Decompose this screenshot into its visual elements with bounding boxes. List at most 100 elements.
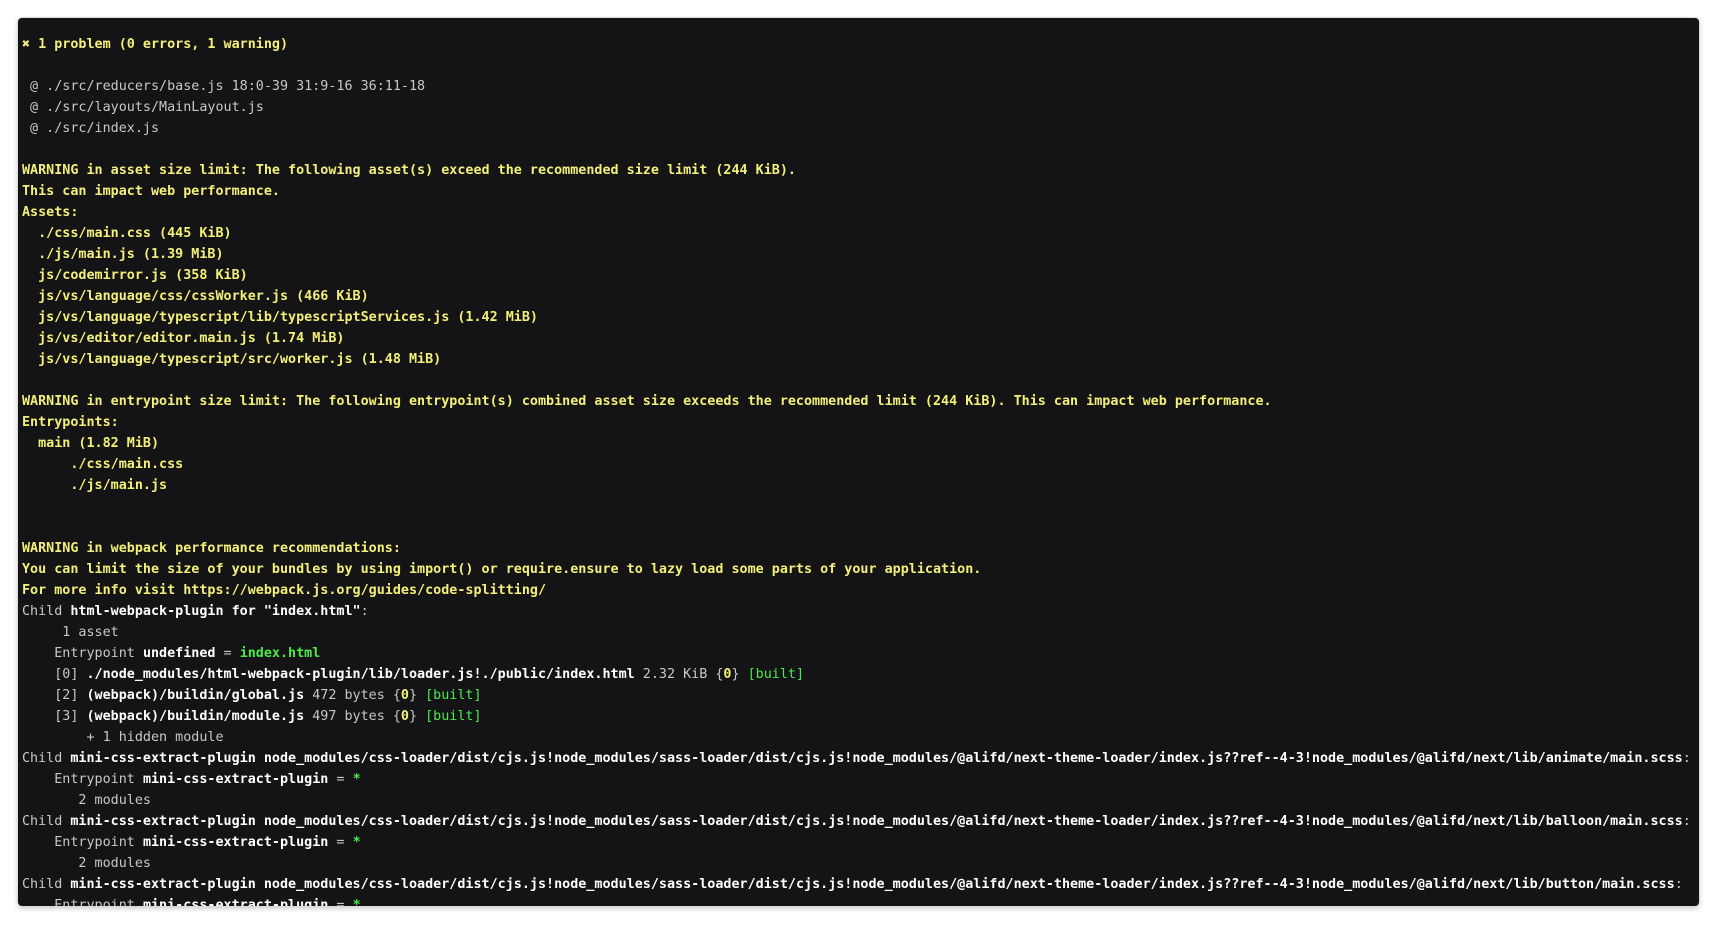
terminal-text: 2 modules	[22, 856, 151, 871]
terminal-text: }	[408, 709, 426, 724]
terminal-text: Child	[22, 814, 71, 829]
terminal-text: main (1.82 MiB)	[22, 436, 160, 451]
terminal-text: js/codemirror.js (358 KiB)	[22, 268, 248, 283]
terminal-text: ./node_modules/html-webpack-plugin/lib/l…	[86, 667, 635, 682]
terminal-line: @ ./src/index.js	[22, 118, 1699, 139]
terminal-line: Entrypoints:	[22, 412, 1699, 433]
terminal-line: @ ./src/layouts/MainLayout.js	[22, 97, 1699, 118]
terminal-text: 0	[400, 688, 409, 703]
terminal-text: *	[352, 772, 361, 787]
terminal-line: This can impact web performance.	[22, 181, 1699, 202]
terminal-text: :	[1682, 751, 1691, 766]
terminal-line: + 1 hidden module	[22, 727, 1699, 748]
terminal-text: }	[731, 667, 748, 682]
terminal-text: WARNING in asset size limit: The followi…	[22, 163, 796, 178]
terminal-text: @ ./src/layouts/MainLayout.js	[22, 100, 264, 115]
terminal-text: mini-css-extract-plugin	[142, 835, 329, 850]
terminal-text: index.html	[239, 646, 321, 661]
terminal-text: (webpack)/buildin/global.js	[86, 688, 305, 703]
terminal-text: =	[328, 835, 353, 850]
terminal-output: ✖ 1 problem (0 errors, 1 warning) @ ./sr…	[22, 34, 1699, 906]
terminal-text: 497 bytes {	[304, 709, 401, 724]
terminal-line: 2 modules	[22, 853, 1699, 874]
terminal-line: [0] ./node_modules/html-webpack-plugin/l…	[22, 664, 1699, 685]
terminal-text: [built]	[425, 688, 482, 703]
terminal-text: @ ./src/reducers/base.js 18:0-39 31:9-16…	[22, 79, 426, 94]
terminal-line: 1 asset	[22, 622, 1699, 643]
terminal-text: js/vs/language/css/cssWorker.js (466 KiB…	[22, 289, 369, 304]
terminal-text: Child	[22, 877, 71, 892]
terminal-line: Child mini-css-extract-plugin node_modul…	[22, 874, 1699, 895]
terminal-line: Child html-webpack-plugin for "index.htm…	[22, 601, 1699, 622]
terminal-text: Child	[22, 604, 71, 619]
error-x-icon: ✖	[22, 37, 31, 52]
terminal-text: [built]	[747, 667, 805, 682]
terminal-text: =	[215, 646, 240, 661]
terminal-line: js/vs/language/css/cssWorker.js (466 KiB…	[22, 286, 1699, 307]
terminal-line: ./js/main.js (1.39 MiB)	[22, 244, 1699, 265]
terminal-line: @ ./src/reducers/base.js 18:0-39 31:9-16…	[22, 76, 1699, 97]
terminal-line: Child mini-css-extract-plugin node_modul…	[22, 748, 1699, 769]
terminal-line: For more info visit https://webpack.js.o…	[22, 580, 1699, 601]
terminal-text: 0	[400, 709, 409, 724]
terminal-text: mini-css-extract-plugin node_modules/css…	[70, 751, 1683, 766]
terminal-text: mini-css-extract-plugin node_modules/css…	[70, 814, 1683, 829]
terminal-text: Entrypoint	[22, 835, 143, 850]
terminal-text: Entrypoints:	[22, 415, 119, 430]
terminal-text: @ ./src/index.js	[22, 121, 160, 136]
terminal-text: undefined	[142, 646, 216, 661]
terminal-line: ./css/main.css (445 KiB)	[22, 223, 1699, 244]
terminal-line: You can limit the size of your bundles b…	[22, 559, 1699, 580]
terminal-line: Child mini-css-extract-plugin node_modul…	[22, 811, 1699, 832]
terminal-line: Entrypoint mini-css-extract-plugin = *	[22, 895, 1699, 906]
terminal-text: :	[1682, 814, 1691, 829]
terminal-text: ./js/main.js	[22, 478, 168, 493]
terminal-line: main (1.82 MiB)	[22, 433, 1699, 454]
terminal-text: Entrypoint	[22, 898, 143, 906]
terminal-text: html-webpack-plugin for "index.html"	[70, 604, 361, 619]
terminal-line: WARNING in asset size limit: The followi…	[22, 160, 1699, 181]
terminal-line: [3] (webpack)/buildin/module.js 497 byte…	[22, 706, 1699, 727]
terminal-line: Assets:	[22, 202, 1699, 223]
terminal-text: [built]	[425, 709, 482, 724]
terminal-text: Entrypoint	[22, 772, 143, 787]
terminal-text: This can impact web performance.	[22, 184, 280, 199]
terminal-text: [3]	[22, 709, 87, 724]
terminal-line: ✖ 1 problem (0 errors, 1 warning)	[22, 34, 1699, 55]
terminal-text: Child	[22, 751, 71, 766]
terminal-text: 1 asset	[22, 625, 119, 640]
terminal-text: mini-css-extract-plugin	[142, 772, 329, 787]
terminal-text: =	[328, 772, 353, 787]
terminal-text: *	[352, 898, 361, 906]
terminal-text: 472 bytes {	[304, 688, 401, 703]
terminal-text: js/vs/language/typescript/lib/typescript…	[22, 310, 538, 325]
terminal-text: Entrypoint	[22, 646, 143, 661]
terminal-text: js/vs/language/typescript/src/worker.js …	[22, 352, 442, 367]
terminal-window[interactable]: ✖ 1 problem (0 errors, 1 warning) @ ./sr…	[18, 18, 1699, 906]
terminal-text: ./js/main.js (1.39 MiB)	[22, 247, 224, 262]
terminal-line: Entrypoint mini-css-extract-plugin = *	[22, 832, 1699, 853]
terminal-text: [2]	[22, 688, 87, 703]
terminal-text: [0]	[22, 667, 87, 682]
terminal-line: WARNING in webpack performance recommend…	[22, 538, 1699, 559]
terminal-text: *	[352, 835, 361, 850]
terminal-text: 2 modules	[22, 793, 151, 808]
terminal-line: ./css/main.css	[22, 454, 1699, 475]
terminal-text: 1 problem (0 errors, 1 warning)	[30, 37, 289, 52]
terminal-line: WARNING in entrypoint size limit: The fo…	[22, 391, 1699, 412]
terminal-text: (webpack)/buildin/module.js	[86, 709, 305, 724]
terminal-text: WARNING in webpack performance recommend…	[22, 541, 401, 556]
terminal-line: js/codemirror.js (358 KiB)	[22, 265, 1699, 286]
terminal-text: You can limit the size of your bundles b…	[22, 562, 982, 577]
terminal-text: WARNING in entrypoint size limit: The fo…	[22, 394, 1272, 409]
terminal-text: =	[328, 898, 353, 906]
terminal-line: js/vs/language/typescript/src/worker.js …	[22, 349, 1699, 370]
terminal-line: [2] (webpack)/buildin/global.js 472 byte…	[22, 685, 1699, 706]
terminal-line: js/vs/editor/editor.main.js (1.74 MiB)	[22, 328, 1699, 349]
terminal-text: :	[360, 604, 369, 619]
